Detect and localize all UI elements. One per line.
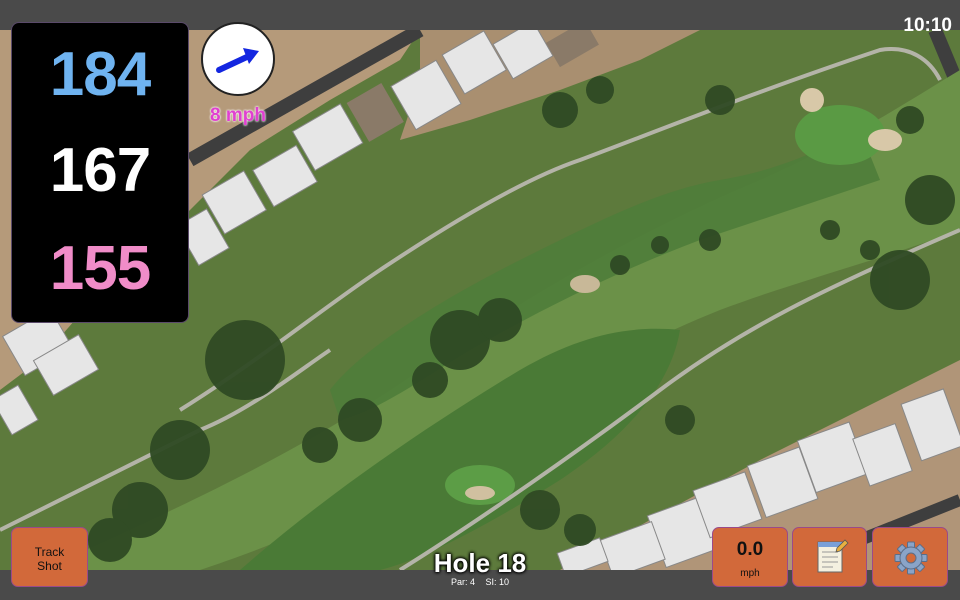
notepad-icon: [817, 539, 849, 573]
distance-panel: 184 167 155: [11, 22, 189, 323]
wind-direction-arrow-icon: [216, 48, 259, 73]
settings-button[interactable]: [872, 527, 948, 587]
center-of-green-distance: 167: [49, 136, 151, 205]
hole-info: Par: 4 SI: 10: [380, 577, 580, 587]
back-of-green-distance: 184: [49, 40, 151, 109]
clock-time: 10:10: [903, 15, 952, 36]
front-of-green-distance: 155: [49, 234, 151, 303]
hole-stroke-index: SI: 10: [485, 577, 510, 587]
hole-title: Hole 18: [433, 548, 527, 578]
track-shot-button[interactable]: Track Shot: [11, 527, 88, 587]
track-shot-label-line1: Track: [34, 545, 65, 559]
wind-indicator: [201, 22, 275, 96]
gear-icon: [894, 541, 928, 575]
speed-unit: mph: [740, 568, 760, 579]
speed-value: 0.0: [736, 539, 764, 560]
hole-par: Par: 4: [450, 577, 475, 587]
track-shot-label-line2: Shot: [37, 559, 62, 573]
scorecard-notes-button[interactable]: [792, 527, 867, 587]
speed-button[interactable]: 0.0 mph: [712, 527, 788, 587]
wind-speed-label: 8 mph: [210, 105, 266, 126]
